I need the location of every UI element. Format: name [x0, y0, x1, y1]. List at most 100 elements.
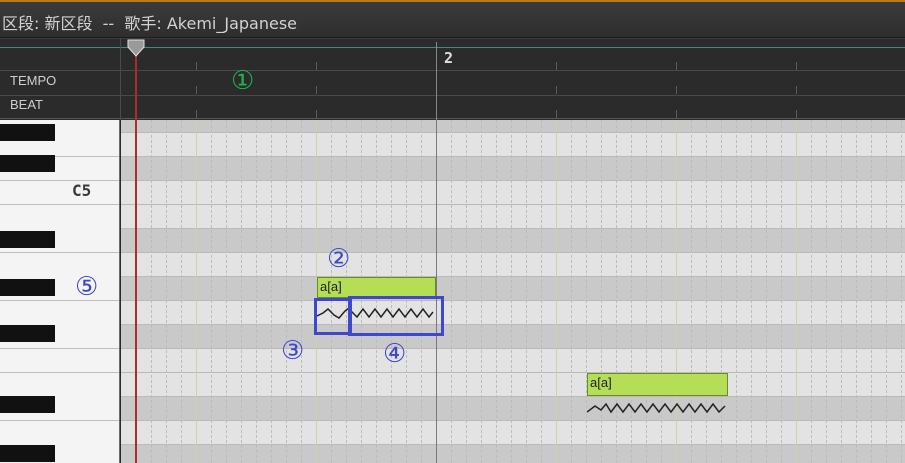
grid-subdivision — [166, 120, 167, 463]
note-grid[interactable]: a[a] a[a] — [121, 120, 905, 463]
playhead-line[interactable] — [135, 48, 137, 463]
ruler-tick — [676, 86, 677, 94]
grid-subdivision — [901, 120, 902, 463]
annotation-2: ② — [327, 244, 351, 274]
ruler-tick — [796, 86, 797, 94]
grid-subdivision — [856, 120, 857, 463]
grid-subdivision — [286, 120, 287, 463]
key-separator — [0, 372, 119, 373]
annotation-3: ③ — [281, 336, 305, 366]
grid-subdivision — [781, 120, 782, 463]
ruler-tick — [796, 110, 797, 118]
lane-separator — [121, 372, 905, 373]
black-key[interactable] — [0, 279, 55, 296]
black-key[interactable] — [0, 231, 55, 248]
ruler-tick — [316, 62, 317, 70]
ruler-tick — [556, 62, 557, 70]
tempo-row-label: TEMPO — [10, 73, 57, 88]
black-key[interactable] — [0, 124, 55, 141]
octave-label: C5 — [72, 181, 92, 200]
lane-separator — [121, 132, 905, 133]
black-key-lane — [121, 396, 905, 420]
grid-subdivision — [841, 120, 842, 463]
grid-subdivision — [811, 120, 812, 463]
ruler-left-edge — [120, 38, 121, 120]
grid-subdivision — [826, 120, 827, 463]
black-key-lane — [121, 324, 905, 348]
grid-subdivision — [886, 120, 887, 463]
grid-subdivision — [736, 120, 737, 463]
measure-number: 2 — [444, 49, 454, 67]
ruler-tick — [316, 110, 317, 118]
note-vibrato-curve[interactable] — [587, 400, 727, 416]
black-key[interactable] — [0, 445, 55, 462]
lane-separator — [121, 204, 905, 205]
key-separator — [0, 348, 119, 349]
playhead-handle-icon[interactable] — [127, 39, 145, 57]
note-lyric: a[a] — [590, 375, 612, 390]
note-block[interactable]: a[a] — [587, 373, 728, 396]
ruler-tick — [676, 62, 677, 70]
lane-separator — [121, 276, 905, 277]
black-key-lane — [121, 156, 905, 180]
grid-subdivision — [271, 120, 272, 463]
grid-subdivision — [481, 120, 482, 463]
grid-subdivision — [466, 120, 467, 463]
key-separator — [0, 180, 119, 181]
piano-keyboard[interactable]: C5 — [0, 120, 120, 463]
note-lyric: a[a] — [320, 279, 342, 294]
ruler-tick — [556, 86, 557, 94]
lane-separator — [121, 156, 905, 157]
ruler-tick — [196, 86, 197, 94]
grid-subdivision — [256, 120, 257, 463]
grid-beat-line — [796, 120, 797, 463]
black-key-lane — [121, 120, 905, 132]
grid-subdivision — [181, 120, 182, 463]
lane-separator — [121, 228, 905, 229]
key-separator — [0, 204, 119, 205]
editor-title-bar: 区段: 新区段 -- 歌手: Akemi_Japanese — [0, 0, 905, 38]
lane-separator — [121, 252, 905, 253]
note-block[interactable]: a[a] — [317, 277, 436, 298]
grid-subdivision — [511, 120, 512, 463]
grid-subdivision — [571, 120, 572, 463]
lane-separator — [121, 348, 905, 349]
black-key[interactable] — [0, 155, 55, 172]
highlight-box-vibrato — [348, 296, 444, 336]
black-key-lane — [121, 228, 905, 252]
black-key-lane — [121, 444, 905, 463]
lane-separator — [121, 180, 905, 181]
grid-beat-line — [556, 120, 557, 463]
measure-line — [436, 42, 437, 120]
grid-subdivision — [541, 120, 542, 463]
grid-subdivision — [766, 120, 767, 463]
grid-subdivision — [241, 120, 242, 463]
black-key[interactable] — [0, 325, 55, 342]
ruler-tick — [676, 110, 677, 118]
grid-subdivision — [151, 120, 152, 463]
grid-subdivision — [526, 120, 527, 463]
grid-subdivision — [496, 120, 497, 463]
ruler-tick — [316, 86, 317, 94]
lane-separator — [121, 300, 905, 301]
vibrato-curve — [587, 402, 726, 414]
key-separator — [0, 300, 119, 301]
beat-row-label: BEAT — [10, 97, 43, 112]
black-key-lane — [121, 276, 905, 300]
ruler-tick — [556, 110, 557, 118]
annotation-4: ④ — [383, 339, 407, 369]
key-separator — [0, 420, 119, 421]
grid-subdivision — [751, 120, 752, 463]
key-separator — [0, 252, 119, 253]
lane-separator — [121, 420, 905, 421]
ruler-tick — [796, 62, 797, 70]
lane-separator — [121, 444, 905, 445]
ruler-tick — [196, 62, 197, 70]
highlight-box-pitch — [314, 298, 352, 335]
grid-subdivision — [301, 120, 302, 463]
lane-separator — [121, 396, 905, 397]
grid-subdivision — [211, 120, 212, 463]
grid-subdivision — [451, 120, 452, 463]
annotation-5: ⑤ — [75, 272, 99, 302]
black-key[interactable] — [0, 396, 55, 413]
